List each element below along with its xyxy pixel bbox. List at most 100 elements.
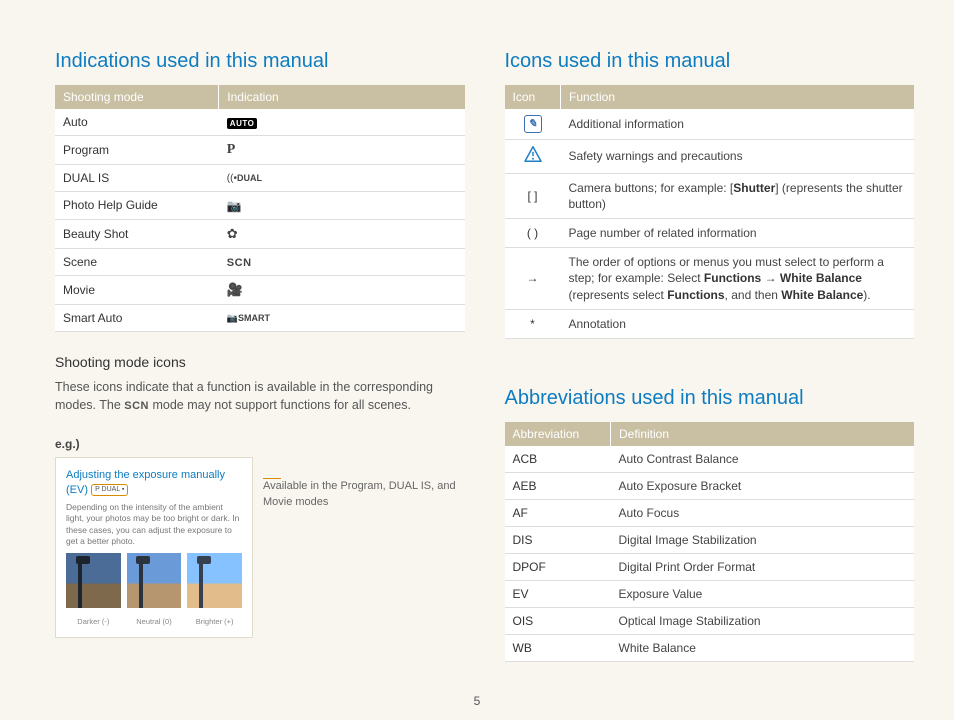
def-cell: Exposure Value	[611, 580, 915, 607]
symbol-icon: ( )	[527, 226, 538, 240]
thumb-neutral	[127, 553, 182, 608]
smart-auto-icon: 📷SMART	[227, 313, 270, 324]
mode-name: DUAL IS	[55, 165, 219, 192]
example-title: Adjusting the exposure manually (EV) P D…	[66, 468, 242, 498]
abbr-row: DPOFDigital Print Order Format	[505, 553, 915, 580]
abbr-cell: DPOF	[505, 553, 611, 580]
icon-row: ✎ Additional information	[505, 109, 915, 140]
icon-cell: *	[505, 309, 561, 338]
th-def: Definition	[611, 422, 915, 446]
p-icon: P	[227, 142, 236, 157]
icon-cell	[505, 140, 561, 173]
th-abbr: Abbreviation	[505, 422, 611, 446]
example-desc: Depending on the intensity of the ambien…	[66, 502, 242, 548]
mode-pill: P DUAL ▪	[91, 484, 128, 495]
function-cell: The order of options or menus you must s…	[561, 248, 915, 310]
abbr-row: ACBAuto Contrast Balance	[505, 446, 915, 473]
mode-indication: 📷	[219, 192, 465, 220]
subheading-mode-icons: Shooting mode icons	[55, 354, 465, 370]
def-cell: Digital Print Order Format	[611, 553, 915, 580]
icon-row: Safety warnings and precautions	[505, 140, 915, 173]
abbr-cell: OIS	[505, 607, 611, 634]
scn-icon: SCN	[227, 257, 252, 269]
abbr-row: EVExposure Value	[505, 580, 915, 607]
symbol-icon: [ ]	[527, 189, 537, 203]
note-icon: ✎	[524, 115, 542, 133]
function-cell: Additional information	[561, 109, 915, 140]
abbr-row: AFAuto Focus	[505, 499, 915, 526]
mode-indication: 🎥	[219, 275, 465, 304]
eg-label: e.g.)	[55, 437, 465, 451]
mode-indication: AUTO	[219, 109, 465, 136]
example-thumbs: Darker (-) Neutral (0) Brighter (+)	[66, 553, 242, 629]
indication-row: Photo Help Guide 📷	[55, 192, 465, 220]
abbr-cell: AEB	[505, 472, 611, 499]
abbr-row: WBWhite Balance	[505, 634, 915, 661]
mode-name: Auto	[55, 109, 219, 136]
icon-row: [ ] Camera buttons; for example: [Shutter…	[505, 173, 915, 218]
def-cell: Optical Image Stabilization	[611, 607, 915, 634]
abbr-cell: DIS	[505, 526, 611, 553]
th-function: Function	[561, 85, 915, 109]
th-indication: Indication	[219, 85, 465, 109]
abbr-row: AEBAuto Exposure Bracket	[505, 472, 915, 499]
icon-row: → The order of options or menus you must …	[505, 248, 915, 310]
warning-icon	[524, 151, 542, 165]
def-cell: White Balance	[611, 634, 915, 661]
function-cell: Camera buttons; for example: [Shutter] (…	[561, 173, 915, 218]
th-icon: Icon	[505, 85, 561, 109]
mode-indication: ✿	[219, 219, 465, 248]
icon-cell: [ ]	[505, 173, 561, 218]
function-cell: Page number of related information	[561, 218, 915, 247]
auto-icon: AUTO	[227, 118, 258, 129]
manual-page: Indications used in this manual Shooting…	[0, 0, 954, 720]
icon-row: ( ) Page number of related information	[505, 218, 915, 247]
dual-is-icon: ((•DUAL	[227, 173, 262, 184]
abbr-row: OISOptical Image Stabilization	[505, 607, 915, 634]
symbol-icon: *	[530, 317, 535, 331]
mode-indication: SCN	[219, 248, 465, 275]
indication-row: Scene SCN	[55, 248, 465, 275]
mode-indication: ((•DUAL	[219, 165, 465, 192]
indication-row: Beauty Shot ✿	[55, 219, 465, 248]
mode-name: Beauty Shot	[55, 219, 219, 248]
help-guide-icon: 📷	[227, 199, 242, 213]
def-cell: Auto Focus	[611, 499, 915, 526]
abbr-row: DISDigital Image Stabilization	[505, 526, 915, 553]
example-caption: Available in the Program, DUAL IS, and M…	[263, 457, 465, 511]
mode-icons-paragraph: These icons indicate that a function is …	[55, 378, 465, 415]
mode-name: Scene	[55, 248, 219, 275]
function-cell: Annotation	[561, 309, 915, 338]
indication-row: Movie🎥	[55, 275, 465, 304]
icon-cell: ✎	[505, 109, 561, 140]
mode-name: Program	[55, 136, 219, 165]
indication-row: Smart Auto 📷SMART	[55, 304, 465, 331]
mode-name: Smart Auto	[55, 304, 219, 331]
beauty-shot-icon: ✿	[227, 226, 238, 242]
mode-indication: 📷SMART	[219, 304, 465, 331]
abbr-cell: AF	[505, 499, 611, 526]
left-column: Indications used in this manual Shooting…	[55, 50, 465, 700]
table-abbr: AbbreviationDefinition ACBAuto Contrast …	[505, 422, 915, 662]
heading-abbr: Abbreviations used in this manual	[505, 387, 915, 410]
example-row: Adjusting the exposure manually (EV) P D…	[55, 457, 465, 639]
mode-indication: P	[219, 136, 465, 165]
mode-name: Movie	[55, 275, 219, 304]
heading-indications: Indications used in this manual	[55, 50, 465, 73]
icon-cell: ( )	[505, 218, 561, 247]
def-cell: Auto Exposure Bracket	[611, 472, 915, 499]
abbr-cell: ACB	[505, 446, 611, 473]
def-cell: Digital Image Stabilization	[611, 526, 915, 553]
th-mode: Shooting mode	[55, 85, 219, 109]
symbol-icon: →	[527, 271, 539, 285]
table-indications: Shooting modeIndication Auto AUTO Program P…	[55, 85, 465, 332]
mode-name: Photo Help Guide	[55, 192, 219, 220]
thumb-darker	[66, 553, 121, 608]
abbr-cell: EV	[505, 580, 611, 607]
example-box: Adjusting the exposure manually (EV) P D…	[55, 457, 253, 639]
icon-cell: →	[505, 248, 561, 310]
page-number: 5	[0, 694, 954, 708]
callout-line	[263, 478, 281, 479]
indication-row: Auto AUTO	[55, 109, 465, 136]
icon-row: * Annotation	[505, 309, 915, 338]
